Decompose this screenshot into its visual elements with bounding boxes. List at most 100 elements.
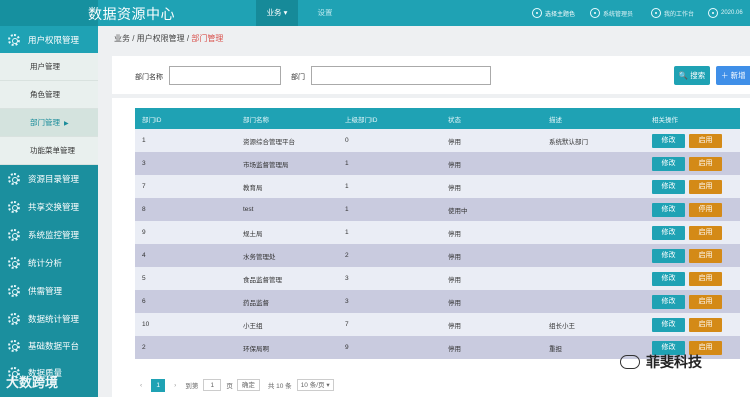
header-dept-id: 部门ID xyxy=(142,116,162,124)
sidebar-item-resource-catalog[interactable]: 资源目录管理 xyxy=(0,165,98,192)
cell-description: 组长小王 xyxy=(549,322,575,330)
cell-status: 停用 xyxy=(448,161,461,169)
sidebar-item-label: 数据统计管理 xyxy=(28,313,80,324)
edit-button[interactable]: 修改 xyxy=(652,317,685,332)
add-button[interactable]: ＋ 新增 xyxy=(716,66,750,85)
cell-description xyxy=(542,198,645,221)
clock-icon xyxy=(708,8,718,18)
sidebar-item-label: 用户权限管理 xyxy=(28,34,80,45)
sidebar-subitem-roles[interactable]: 角色管理 xyxy=(0,81,98,109)
cell-status: 使用中 xyxy=(448,207,468,215)
header-status: 状态 xyxy=(448,116,461,124)
cell-dept-id: 4 xyxy=(142,252,146,259)
cell-actions: 修改 启用 xyxy=(645,313,740,336)
cell-status: 停用 xyxy=(448,322,461,330)
edit-button[interactable]: 修改 xyxy=(652,248,685,263)
cell-dept-id: 5 xyxy=(142,275,146,282)
edit-button[interactable]: 修改 xyxy=(652,225,685,240)
edit-button[interactable]: 修改 xyxy=(652,179,685,194)
pagination: ‹ 1 › 到第 1 页 确定 共 10 条 10 条/页 ▾ xyxy=(140,378,334,392)
sidebar-subitem-departments[interactable]: 部门管理 ▶ xyxy=(0,109,98,137)
cell-status: 停用 xyxy=(448,184,461,192)
watermark-right-text: 菲斐科技 xyxy=(646,355,702,371)
cell-dept-name: 资源综合管理平台 xyxy=(243,138,295,146)
cell-dept-name: 教育局 xyxy=(243,184,263,192)
cell-parent-id: 3 xyxy=(345,275,349,282)
cell-dept-id: 1 xyxy=(142,137,146,144)
cell-actions: 修改 启用 xyxy=(645,267,740,290)
edit-button[interactable]: 修改 xyxy=(652,202,685,217)
toggle-status-button[interactable]: 启用 xyxy=(689,294,722,309)
sidebar-subitem-menus[interactable]: 功能菜单管理 xyxy=(0,137,98,165)
watermark-right: 菲斐科技 xyxy=(620,352,702,372)
sidebar-item-user-permission[interactable]: 用户权限管理 xyxy=(0,26,98,53)
page-1-button[interactable]: 1 xyxy=(151,378,166,392)
breadcrumb: 业务 / 用户权限管理 / 部门管理 xyxy=(114,33,223,44)
nav-tab-settings[interactable]: 设置 xyxy=(305,0,345,26)
sidebar-item-data-stats[interactable]: 数据统计管理 xyxy=(0,305,98,332)
page-size-select[interactable]: 10 条/页 ▾ xyxy=(296,379,334,391)
edit-button[interactable]: 修改 xyxy=(652,133,685,148)
goto-confirm-button[interactable]: 确定 xyxy=(236,379,260,391)
sidebar-item-base-platform[interactable]: 基础数据平台 xyxy=(0,332,98,359)
sidebar-item-label: 系统监控管理 xyxy=(28,229,80,240)
sidebar-item-supply-demand[interactable]: 供需管理 xyxy=(0,277,98,304)
user-item[interactable]: 系统管理员 xyxy=(590,7,633,19)
page-unit-label: 页 xyxy=(226,383,233,390)
breadcrumb-path[interactable]: 业务 / 用户权限管理 / xyxy=(114,34,191,43)
app-title: 数据资源中心 xyxy=(88,7,175,23)
sidebar-item-analytics[interactable]: 统计分析 xyxy=(0,249,98,276)
sidebar-item-monitoring[interactable]: 系统监控管理 xyxy=(0,221,98,248)
cell-parent-id: 0 xyxy=(345,137,349,144)
cell-actions: 修改 启用 xyxy=(645,221,740,244)
toggle-status-button[interactable]: 启用 xyxy=(689,317,722,332)
header-actions: 相关操作 xyxy=(652,116,678,124)
goto-label: 到第 xyxy=(185,383,199,390)
cell-parent-id: 1 xyxy=(345,183,349,190)
gear-icon xyxy=(8,172,20,185)
workbench-item[interactable]: 我的工作台 xyxy=(651,7,694,19)
goto-page-input[interactable]: 1 xyxy=(203,379,222,391)
cell-dept-id: 3 xyxy=(142,160,146,167)
gear-icon xyxy=(8,33,20,46)
toggle-status-button[interactable]: 启用 xyxy=(689,271,722,286)
gear-icon xyxy=(8,256,20,269)
theme-color-label: 选择主题色 xyxy=(545,11,576,18)
sidebar-item-label: 基础数据平台 xyxy=(28,340,80,351)
cell-actions: 修改 停用 xyxy=(645,198,740,221)
sidebar-item-label: 共享交换管理 xyxy=(28,201,80,212)
next-page-button[interactable]: › xyxy=(174,382,176,389)
total-count: 共 10 条 xyxy=(267,383,292,390)
cell-status: 停用 xyxy=(448,276,461,284)
dept-label: 部门 xyxy=(291,74,305,81)
cell-parent-id: 2 xyxy=(345,252,349,259)
dept-input[interactable] xyxy=(311,66,491,85)
desk-icon xyxy=(651,8,661,18)
edit-button[interactable]: 修改 xyxy=(652,294,685,309)
department-table: 部门ID 部门名称 上级部门ID 状态 描述 相关操作 1 资源综合管理平台 0 停用… xyxy=(135,108,740,359)
table-row: 9 规土局 1 停用 修改 启用 xyxy=(135,221,740,244)
search-button[interactable]: 🔍 搜索 xyxy=(674,66,710,85)
toggle-status-button[interactable]: 启用 xyxy=(689,156,722,171)
toggle-status-button[interactable]: 启用 xyxy=(689,133,722,148)
toggle-status-button[interactable]: 启用 xyxy=(689,248,722,263)
theme-color-item[interactable]: 选择主题色 xyxy=(532,7,575,19)
nav-tab-business[interactable]: 业务 ▾ xyxy=(256,0,298,26)
cell-description xyxy=(542,152,645,175)
cell-dept-name: 水务管理处 xyxy=(243,253,276,261)
toggle-status-button[interactable]: 启用 xyxy=(689,179,722,194)
edit-button[interactable]: 修改 xyxy=(652,156,685,171)
toggle-status-button[interactable]: 启用 xyxy=(689,225,722,240)
gear-icon xyxy=(8,339,20,352)
sidebar-subitem-users[interactable]: 用户管理 xyxy=(0,53,98,81)
edit-button[interactable]: 修改 xyxy=(652,271,685,286)
dept-name-input[interactable] xyxy=(169,66,281,85)
header-description: 描述 xyxy=(549,116,562,124)
prev-page-button[interactable]: ‹ xyxy=(140,382,142,389)
cell-status: 停用 xyxy=(448,253,461,261)
brand-block xyxy=(0,0,98,26)
cell-dept-name: 小王组 xyxy=(243,322,263,330)
breadcrumb-current: 部门管理 xyxy=(191,34,224,43)
toggle-status-button[interactable]: 停用 xyxy=(689,202,722,217)
sidebar-item-sharing[interactable]: 共享交换管理 xyxy=(0,193,98,220)
